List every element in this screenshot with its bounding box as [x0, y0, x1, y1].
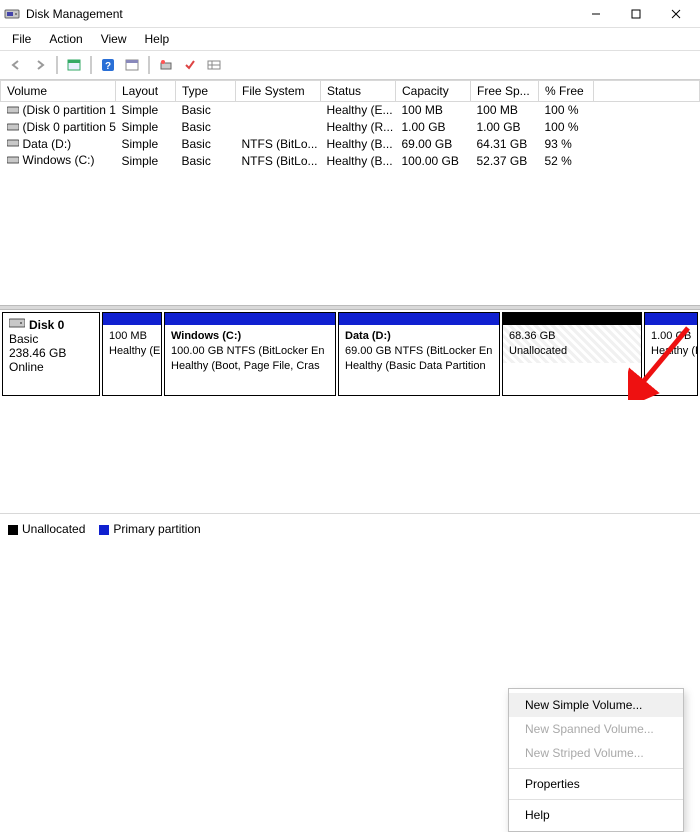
- menu-separator: [509, 799, 683, 800]
- partition-body: Windows (C:)100.00 GB NTFS (BitLocker En…: [165, 325, 335, 378]
- disk-info-panel[interactable]: Disk 0 Basic 238.46 GB Online: [2, 312, 100, 396]
- separator: [148, 56, 150, 74]
- maximize-button[interactable]: [616, 0, 656, 28]
- partition[interactable]: 100 MBHealthy (E: [102, 312, 162, 396]
- column-headers[interactable]: VolumeLayoutTypeFile SystemStatusCapacit…: [1, 81, 700, 102]
- volume-list: VolumeLayoutTypeFile SystemStatusCapacit…: [0, 80, 700, 305]
- disk-size: 238.46 GB: [9, 346, 93, 360]
- context-menu: New Simple Volume...New Spanned Volume..…: [508, 688, 684, 832]
- column-header[interactable]: Layout: [116, 81, 176, 102]
- disk-icon: [9, 317, 25, 332]
- partition[interactable]: 1.00 GBHealthy (Recover: [644, 312, 698, 396]
- partition-body: 1.00 GBHealthy (Recover: [645, 325, 697, 363]
- column-header[interactable]: Type: [176, 81, 236, 102]
- partition-stripe: [339, 313, 499, 325]
- partition-unallocated[interactable]: 68.36 GBUnallocated: [502, 312, 642, 396]
- disk-state: Online: [9, 360, 93, 374]
- window-title: Disk Management: [26, 7, 576, 21]
- separator: [90, 56, 92, 74]
- menu-view[interactable]: View: [93, 30, 135, 48]
- volume-icon: [7, 104, 21, 118]
- help-button[interactable]: ?: [98, 55, 118, 75]
- menu-item: New Striped Volume...: [509, 741, 683, 765]
- partition-stripe: [503, 313, 641, 325]
- volume-row[interactable]: (Disk 0 partition 5)SimpleBasicHealthy (…: [1, 119, 700, 136]
- titlebar: Disk Management: [0, 0, 700, 28]
- partition-body: 100 MBHealthy (E: [103, 325, 161, 363]
- close-button[interactable]: [656, 0, 696, 28]
- legend-swatch-unallocated: [8, 525, 18, 535]
- volume-row[interactable]: Data (D:)SimpleBasicNTFS (BitLo...Health…: [1, 136, 700, 153]
- forward-button[interactable]: [30, 55, 50, 75]
- menubar: File Action View Help: [0, 28, 700, 51]
- menu-item: New Spanned Volume...: [509, 717, 683, 741]
- menu-file[interactable]: File: [4, 30, 39, 48]
- toolbar-icon[interactable]: [204, 55, 224, 75]
- disk-map: Disk 0 Basic 238.46 GB Online 100 MBHeal…: [0, 310, 700, 398]
- volume-row[interactable]: (Disk 0 partition 1)SimpleBasicHealthy (…: [1, 102, 700, 119]
- toolbar: ?: [0, 51, 700, 80]
- legend: Unallocated Primary partition: [8, 522, 201, 536]
- partition-stripe: [645, 313, 697, 325]
- minimize-button[interactable]: [576, 0, 616, 28]
- column-header[interactable]: Status: [321, 81, 396, 102]
- toolbar-icon[interactable]: [122, 55, 142, 75]
- column-header[interactable]: File System: [236, 81, 321, 102]
- legend-swatch-primary: [99, 525, 109, 535]
- back-button[interactable]: [6, 55, 26, 75]
- svg-text:?: ?: [105, 61, 111, 72]
- partition[interactable]: Data (D:)69.00 GB NTFS (BitLocker EnHeal…: [338, 312, 500, 396]
- menu-help[interactable]: Help: [137, 30, 178, 48]
- footer-rule: [0, 513, 700, 514]
- column-header[interactable]: Free Sp...: [471, 81, 539, 102]
- refresh-button[interactable]: [64, 55, 84, 75]
- disk-name: Disk 0: [29, 318, 64, 332]
- toolbar-icon[interactable]: [180, 55, 200, 75]
- separator: [56, 56, 58, 74]
- menu-item[interactable]: New Simple Volume...: [509, 693, 683, 717]
- menu-item[interactable]: Help: [509, 803, 683, 827]
- menu-item[interactable]: Properties: [509, 772, 683, 796]
- legend-label-unallocated: Unallocated: [22, 522, 85, 536]
- partition-stripe: [165, 313, 335, 325]
- menu-action[interactable]: Action: [41, 30, 90, 48]
- partition-body: 68.36 GBUnallocated: [503, 325, 641, 363]
- legend-label-primary: Primary partition: [113, 522, 200, 536]
- disk-type: Basic: [9, 332, 93, 346]
- volume-icon: [7, 154, 21, 168]
- column-header[interactable]: Capacity: [396, 81, 471, 102]
- partition-stripe: [103, 313, 161, 325]
- volume-icon: [7, 121, 21, 135]
- column-header[interactable]: Volume: [1, 81, 116, 102]
- volume-icon: [7, 137, 21, 151]
- toolbar-icon[interactable]: [156, 55, 176, 75]
- volume-row[interactable]: Windows (C:)SimpleBasicNTFS (BitLo...Hea…: [1, 152, 700, 169]
- app-icon: [4, 6, 20, 22]
- menu-separator: [509, 768, 683, 769]
- partition-body: Data (D:)69.00 GB NTFS (BitLocker EnHeal…: [339, 325, 499, 378]
- column-header[interactable]: % Free: [539, 81, 594, 102]
- partition[interactable]: Windows (C:)100.00 GB NTFS (BitLocker En…: [164, 312, 336, 396]
